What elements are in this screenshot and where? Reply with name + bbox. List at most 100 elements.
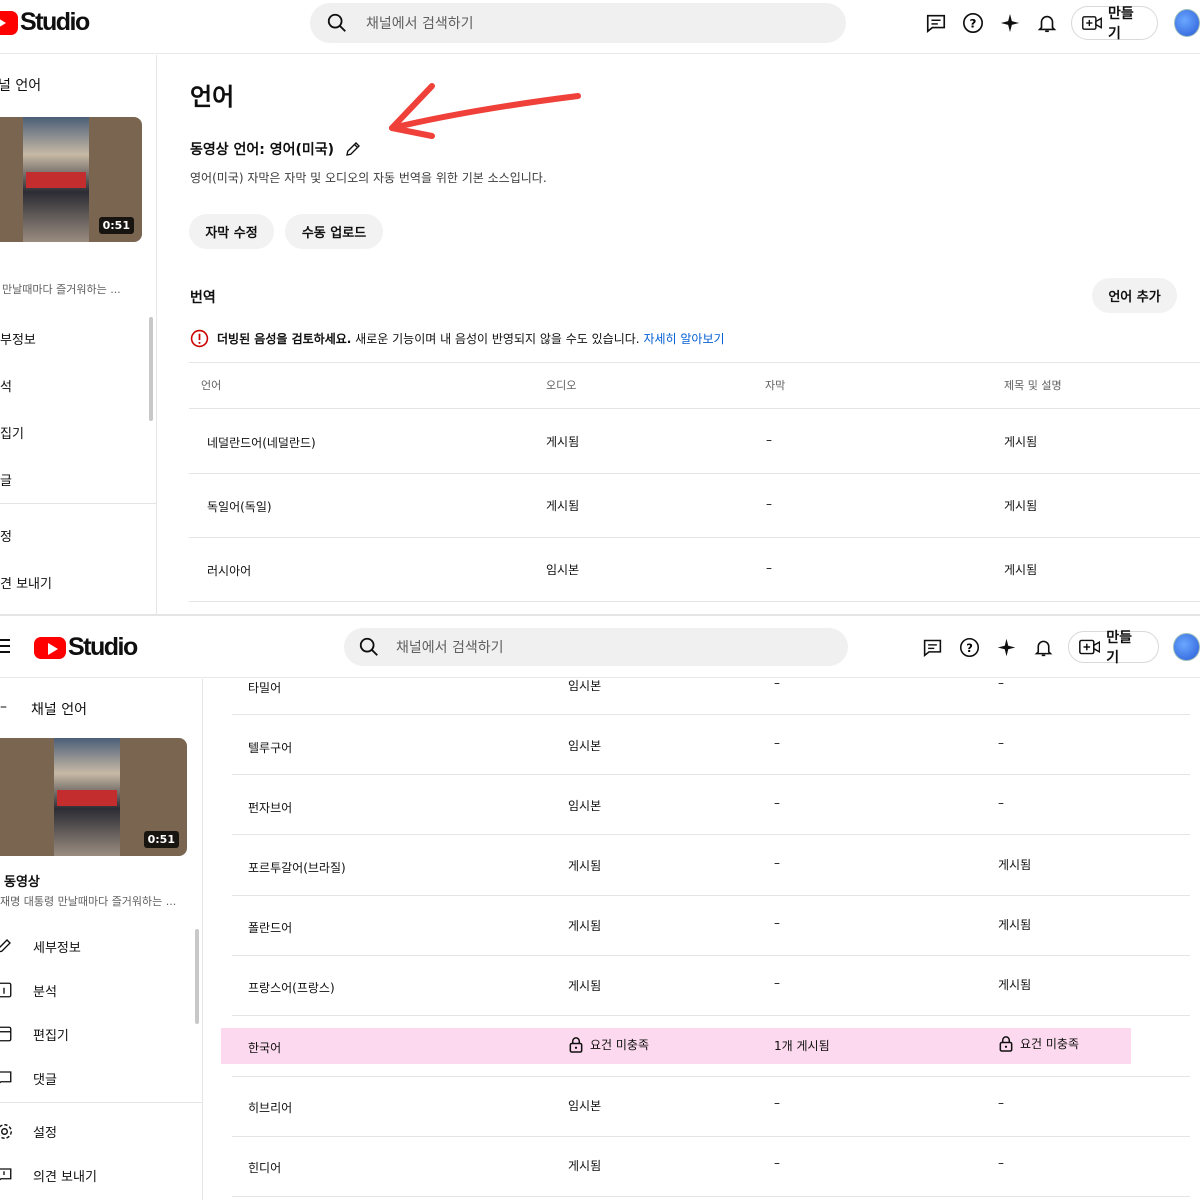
video-title: 재명 대통령 만날때마다 즐거워하는 ... — [0, 895, 177, 908]
cell-title-description: 게시됨 — [998, 918, 1032, 932]
korean-row-highlight — [221, 1028, 1131, 1064]
learn-more-link[interactable]: 자세히 알아보기 — [643, 332, 724, 346]
sidebar-item-analytics[interactable]: 석 — [0, 376, 12, 395]
thumbnail-caption — [56, 789, 117, 806]
sidebar-scrollbar[interactable] — [149, 317, 153, 421]
svg-text:?: ? — [970, 17, 977, 31]
cell-subtitles: – — [774, 916, 780, 930]
help-icon[interactable]: ? — [955, 3, 992, 43]
top-header: Studio 채널에서 검색하기 ? 만들기 — [0, 0, 1200, 54]
sidebar-section-title[interactable]: 채널 언어 — [31, 699, 87, 719]
sparkle-icon[interactable] — [988, 627, 1025, 667]
back-arrow-icon[interactable]: – — [0, 699, 7, 715]
cell-language: 러시아어 — [207, 564, 252, 578]
cell-audio: 게시됨 — [546, 435, 580, 449]
feedback-icon[interactable] — [914, 627, 951, 667]
help-icon[interactable]: ? — [951, 627, 988, 667]
row-divider — [232, 1196, 1190, 1197]
column-header-audio: 오디오 — [546, 379, 577, 392]
sidebar-item-comments[interactable]: 글 — [0, 470, 12, 489]
cell-title-description: 게시됨 — [998, 858, 1032, 872]
sidebar: – 채널 언어 0:51 동영상 재명 대통령 만날때마다 즐거워하는 ... … — [0, 679, 203, 1200]
cell-language: 히브리어 — [248, 1101, 293, 1115]
sidebar-scrollbar[interactable] — [195, 929, 199, 1024]
search-input[interactable]: 채널에서 검색하기 — [344, 628, 848, 666]
manual-upload-button[interactable]: 수동 업로드 — [285, 214, 383, 249]
cell-title-description: – — [998, 1096, 1004, 1110]
search-input[interactable]: 채널에서 검색하기 — [310, 3, 846, 43]
cell-subtitles: – — [774, 1156, 780, 1170]
cell-subtitles: – — [774, 976, 780, 990]
column-header-title-description: 제목 및 설명 — [1004, 379, 1062, 392]
sidebar-item-feedback[interactable]: 견 보내기 — [0, 573, 52, 592]
row-divider — [232, 1076, 1190, 1077]
sidebar-item-settings[interactable]: 정 — [0, 526, 12, 545]
row-divider — [232, 1015, 1190, 1016]
sidebar-item-editor[interactable]: 집기 — [0, 423, 24, 442]
video-label: 동영상 — [4, 875, 40, 890]
cell-title-description: 게시됨 — [1004, 435, 1038, 449]
studio-logo[interactable]: Studio — [0, 8, 90, 37]
header-actions: ? 만들기 — [914, 627, 1200, 667]
comments-icon — [0, 1066, 16, 1090]
cell-subtitles: – — [774, 1096, 780, 1110]
warning-icon — [190, 329, 209, 348]
sidebar-item-editor[interactable]: 편집기 — [0, 1022, 69, 1046]
sidebar-item-settings[interactable]: 설정 — [0, 1119, 57, 1143]
cell-language: 폴란드어 — [248, 921, 293, 935]
translation-section-title: 번역 — [190, 290, 216, 306]
cell-title-description: – — [998, 736, 1004, 750]
cell-title-description: – — [998, 676, 1004, 690]
pencil-edit-icon[interactable] — [344, 140, 362, 158]
add-language-button[interactable]: 언어 추가 — [1092, 278, 1177, 313]
notifications-bell-icon[interactable] — [1025, 627, 1062, 667]
column-header-subtitles: 자막 — [765, 379, 786, 392]
video-duration: 0:51 — [98, 217, 134, 234]
video-thumbnail[interactable]: 0:51 — [0, 117, 142, 242]
notifications-bell-icon[interactable] — [1028, 3, 1065, 43]
sparkle-icon[interactable] — [991, 3, 1028, 43]
studio-logo[interactable]: Studio — [34, 633, 138, 662]
video-duration: 0:51 — [143, 831, 179, 848]
cell-audio: 임시본 — [568, 679, 602, 693]
edit-subtitles-button[interactable]: 자막 수정 — [189, 214, 274, 249]
avatar[interactable] — [1174, 9, 1200, 37]
avatar[interactable] — [1172, 633, 1200, 661]
cell-subtitles: 1개 게시됨 — [774, 1039, 830, 1053]
feedback-icon — [0, 1163, 16, 1187]
sidebar-item-analytics[interactable]: 분석 — [0, 978, 57, 1002]
column-header-language: 언어 — [201, 379, 222, 392]
cell-subtitles: – — [766, 497, 772, 511]
row-divider — [232, 834, 1190, 835]
sidebar-item-feedback[interactable]: 의견 보내기 — [0, 1163, 97, 1187]
cell-language: 펀자브어 — [248, 801, 293, 815]
cell-subtitles: – — [766, 561, 772, 575]
cell-audio: 임시본 — [568, 739, 602, 753]
sidebar-item-comments[interactable]: 댓글 — [0, 1066, 57, 1090]
feedback-icon[interactable] — [918, 3, 955, 43]
cell-audio: 게시됨 — [546, 499, 580, 513]
cell-language: 네덜란드어(네덜란드) — [207, 436, 316, 450]
editor-icon — [0, 1022, 16, 1046]
cell-subtitles: – — [774, 736, 780, 750]
video-language-label: 동영상 언어: 영어(미국) — [190, 142, 335, 158]
cell-audio: 게시됨 — [568, 919, 602, 933]
cell-audio: 임시본 — [568, 1099, 602, 1113]
cell-subtitles: – — [766, 433, 772, 447]
search-icon — [359, 637, 378, 656]
sidebar-section-title[interactable]: 널 언어 — [0, 75, 41, 95]
hamburger-menu-icon[interactable] — [0, 638, 10, 654]
cell-audio: 임시본 — [546, 563, 580, 577]
cell-title-description: 게시됨 — [998, 978, 1032, 992]
table-top-divider — [189, 362, 1200, 363]
thumbnail-caption — [26, 172, 86, 188]
video-thumbnail[interactable]: 0:51 — [0, 738, 187, 856]
cell-audio: 게시됨 — [568, 859, 602, 873]
row-divider — [232, 895, 1190, 896]
pencil-icon — [0, 934, 16, 958]
create-button[interactable]: 만들기 — [1070, 6, 1159, 42]
sidebar-item-details[interactable]: 세부정보 — [0, 934, 81, 958]
red-arrow-annotation — [389, 83, 581, 139]
sidebar-item-details[interactable]: 부정보 — [0, 329, 36, 348]
create-button[interactable]: 만들기 — [1067, 630, 1159, 666]
